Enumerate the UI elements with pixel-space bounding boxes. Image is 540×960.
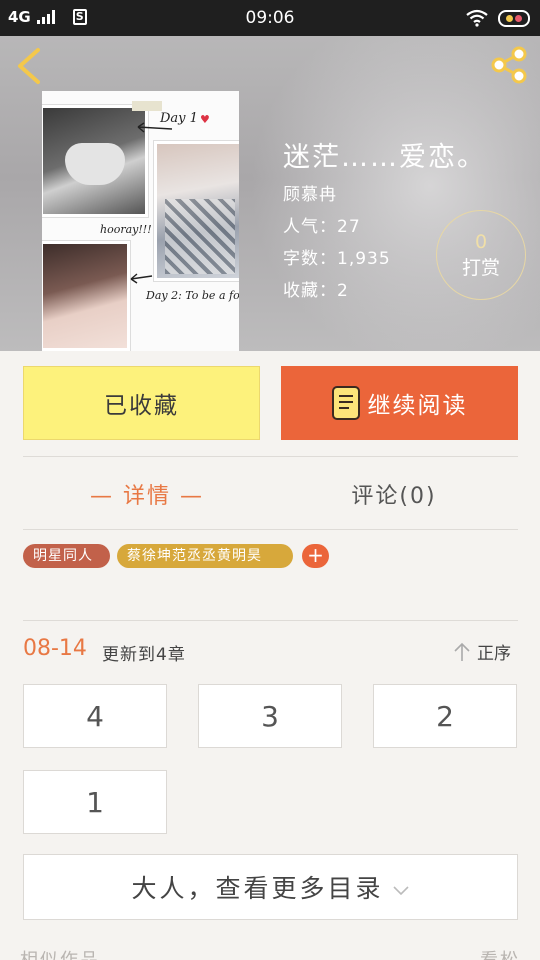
popularity-value: 27 [337,217,361,237]
book-header: Day 1 ♥ hooray!!! Day 2: To be a fo 迷茫……… [0,36,540,351]
cover-photo-1 [42,105,148,217]
divider [23,529,518,530]
cover-text-hooray: hooray!!! [100,223,152,236]
status-bar: 4G S 09:06 [0,0,540,36]
status-right [466,9,530,27]
cover-arrow-icon [137,122,173,133]
cover-arrow-icon-2 [130,273,153,284]
status-time: 09:06 [245,8,295,28]
chapter-button[interactable]: 4 [23,684,167,748]
tab-comments[interactable]: 评论(0) [270,474,518,514]
battery-icon [498,9,530,27]
tab-details[interactable]: — 详情 — [23,474,271,514]
book-favorites: 收藏：2 [283,276,349,301]
favorites-label: 收藏： [283,281,337,301]
add-tag-button[interactable]: + [302,544,329,568]
continue-reading-label: 继续阅读 [367,393,468,419]
chevron-down-icon [392,886,409,896]
sort-label: 正序 [477,644,511,664]
book-title: 迷茫……爱恋。 [283,142,486,173]
cover-tape [132,101,162,111]
word-count-value: 1,935 [337,249,391,269]
similar-works-heading: 相似作品 [20,946,100,960]
back-icon[interactable] [12,46,48,86]
book-word-count: 字数：1,935 [283,244,391,269]
footer-right-link[interactable]: 看松 [480,946,520,960]
book-popularity: 人气：27 [283,212,361,237]
more-catalog-label: 大人，查看更多目录 [131,874,384,903]
favorites-value: 2 [337,281,349,301]
tag-item[interactable]: 明星同人 [23,544,110,568]
cover-photo-3 [42,241,130,351]
cover-photo-2 [154,141,239,281]
arrow-up-icon [454,642,470,661]
heart-icon: ♥ [200,113,210,126]
word-count-label: 字数： [283,249,337,269]
tip-button[interactable]: 0 打赏 [436,210,526,300]
chapter-button[interactable]: 1 [23,770,167,834]
wifi-icon [466,9,488,27]
chapter-button[interactable]: 2 [373,684,517,748]
favorited-button[interactable]: 已收藏 [23,366,260,440]
tip-count: 0 [474,231,488,253]
update-date: 08-14 [23,636,87,661]
divider [23,456,518,457]
more-catalog-button[interactable]: 大人，查看更多目录 [23,854,518,920]
update-text: 更新到4章 [102,645,186,665]
favorited-label: 已收藏 [104,393,179,419]
share-icon[interactable] [488,44,530,86]
popularity-label: 人气： [283,217,337,237]
book-cover[interactable]: Day 1 ♥ hooray!!! Day 2: To be a fo [42,91,239,351]
sort-order-button[interactable]: 正序 [453,639,511,664]
continue-reading-button[interactable]: 继续阅读 [281,366,518,440]
book-icon [331,386,360,420]
cover-text-day2: Day 2: To be a fo [146,289,239,302]
book-author[interactable]: 顾慕冉 [283,180,337,205]
tip-label: 打赏 [461,257,500,279]
tag-item[interactable]: 蔡徐坤范丞丞黄明昊 [117,544,293,568]
divider [23,620,518,621]
chapter-button[interactable]: 3 [198,684,342,748]
